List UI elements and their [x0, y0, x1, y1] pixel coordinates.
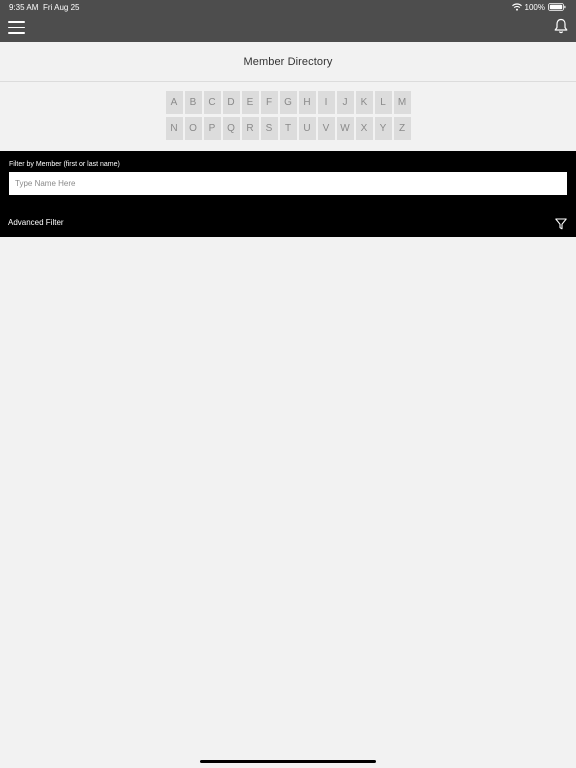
hamburger-menu-icon[interactable]	[8, 19, 26, 35]
letter-key-m[interactable]: M	[393, 91, 411, 114]
letter-key-e[interactable]: E	[241, 91, 259, 114]
letter-key-y[interactable]: Y	[374, 117, 392, 140]
letter-key-h[interactable]: H	[298, 91, 316, 114]
letter-key-g[interactable]: G	[279, 91, 297, 114]
letter-key-d[interactable]: D	[222, 91, 240, 114]
alphabet-row-1: ABCDEFGHIJKLM	[0, 91, 576, 114]
letter-key-n[interactable]: N	[165, 117, 183, 140]
letter-key-a[interactable]: A	[165, 91, 183, 114]
filter-label: Filter by Member (first or last name)	[9, 161, 120, 168]
page-title: Member Directory	[243, 55, 333, 68]
alphabet-index: ABCDEFGHIJKLM NOPQRSTUVWXYZ	[0, 91, 576, 143]
app-root: 9:35 AM Fri Aug 25 100% Member Directory…	[0, 0, 576, 768]
status-time: 9:35 AM	[9, 3, 39, 12]
name-search-input[interactable]	[9, 172, 567, 195]
letter-key-o[interactable]: O	[184, 117, 202, 140]
letter-key-i[interactable]: I	[317, 91, 335, 114]
letter-key-x[interactable]: X	[355, 117, 373, 140]
home-indicator	[200, 760, 376, 763]
letter-key-v[interactable]: V	[317, 117, 335, 140]
letter-key-t[interactable]: T	[279, 117, 297, 140]
alphabet-row-2: NOPQRSTUVWXYZ	[0, 117, 576, 140]
letter-key-j[interactable]: J	[336, 91, 354, 114]
letter-key-s[interactable]: S	[260, 117, 278, 140]
title-bar: Member Directory	[0, 42, 576, 82]
letter-key-u[interactable]: U	[298, 117, 316, 140]
top-bar: 9:35 AM Fri Aug 25 100%	[0, 0, 576, 42]
letter-key-b[interactable]: B	[184, 91, 202, 114]
battery-percent: 100%	[524, 2, 545, 12]
letter-key-f[interactable]: F	[260, 91, 278, 114]
letter-key-r[interactable]: R	[241, 117, 259, 140]
letter-key-q[interactable]: Q	[222, 117, 240, 140]
wifi-icon	[511, 3, 522, 11]
letter-key-k[interactable]: K	[355, 91, 373, 114]
letter-key-p[interactable]: P	[203, 117, 221, 140]
status-indicators: 100%	[511, 2, 566, 12]
letter-key-l[interactable]: L	[374, 91, 392, 114]
funnel-icon[interactable]	[555, 217, 567, 230]
letter-key-c[interactable]: C	[203, 91, 221, 114]
letter-key-z[interactable]: Z	[393, 117, 411, 140]
filter-panel: Filter by Member (first or last name) Ad…	[0, 151, 576, 237]
battery-icon	[548, 3, 566, 11]
bell-icon[interactable]	[554, 18, 568, 34]
status-date: Fri Aug 25	[43, 3, 80, 12]
letter-key-w[interactable]: W	[336, 117, 354, 140]
advanced-filter-link[interactable]: Advanced Filter	[8, 218, 64, 227]
